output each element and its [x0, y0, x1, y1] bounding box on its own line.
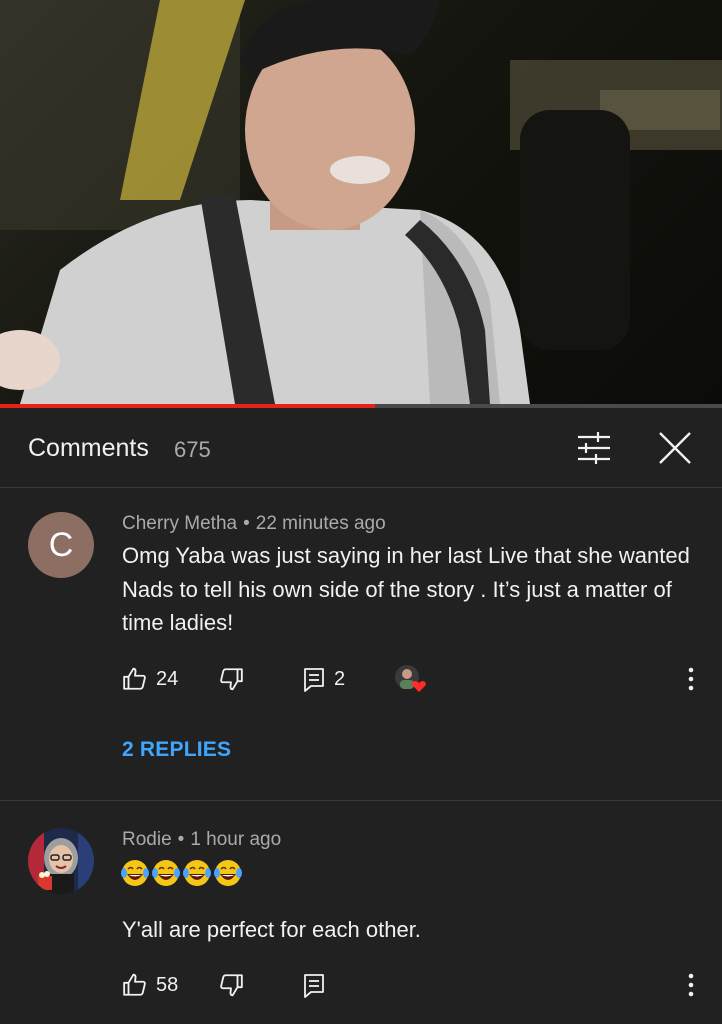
- comment-item: C Cherry Metha • 22 minutes ago Omg Yaba w…: [0, 488, 722, 801]
- comment-author[interactable]: Rodie: [122, 829, 172, 850]
- sliders-icon: [578, 432, 610, 464]
- comment-meta: Cherry Metha • 22 minutes ago: [122, 513, 386, 535]
- thumbs-up-icon: [123, 973, 146, 996]
- like-button[interactable]: 24: [122, 664, 178, 694]
- comment-emoji-row: [120, 858, 244, 888]
- creator-heart-icon: [395, 665, 426, 692]
- video-frame: [0, 0, 722, 404]
- bitmoji-avatar-image: [28, 828, 94, 894]
- reply-count: 2: [334, 667, 346, 690]
- dislike-button[interactable]: [218, 970, 244, 1000]
- comment-author[interactable]: Cherry Metha: [122, 513, 237, 534]
- dislike-button[interactable]: [218, 664, 244, 694]
- sort-filter-button[interactable]: [572, 428, 616, 468]
- video-player[interactable]: [0, 0, 722, 404]
- tears-of-joy-emoji: [121, 859, 243, 887]
- like-button[interactable]: 58: [122, 970, 178, 1000]
- avatar[interactable]: C: [28, 512, 94, 578]
- thumbs-up-icon: [123, 667, 146, 690]
- more-vertical-icon: [688, 973, 694, 997]
- like-count: 24: [156, 667, 179, 690]
- thumbs-down-icon: [220, 974, 243, 997]
- close-icon: [659, 432, 691, 464]
- avatar[interactable]: [28, 828, 94, 894]
- comment-time: 1 hour ago: [190, 829, 282, 850]
- comments-header: Comments 675: [0, 408, 722, 488]
- comment-time: 22 minutes ago: [255, 513, 386, 534]
- creator-heart: [394, 664, 428, 694]
- comments-count: 675: [174, 437, 211, 462]
- comment-text: Omg Yaba was just saying in her last Liv…: [122, 543, 690, 635]
- meta-separator: •: [243, 513, 250, 534]
- like-count: 58: [156, 973, 179, 996]
- reply-comment-icon: [304, 974, 324, 998]
- view-replies-link[interactable]: 2 REPLIES: [122, 738, 231, 762]
- reply-comment-icon: [304, 668, 324, 692]
- comment-meta: Rodie • 1 hour ago: [122, 829, 281, 851]
- more-options-button[interactable]: [676, 970, 706, 1000]
- close-comments-button[interactable]: [652, 428, 696, 468]
- more-vertical-icon: [688, 667, 694, 691]
- more-options-button[interactable]: [676, 664, 706, 694]
- comment-item: Rodie • 1 hour ago Y'all are perfect for e…: [0, 802, 722, 1024]
- meta-separator: •: [177, 829, 185, 850]
- comment-text: Y'all are perfect for each other.: [122, 917, 421, 942]
- reply-button[interactable]: 2: [302, 664, 345, 694]
- comments-title: Comments: [28, 434, 149, 462]
- thumbs-down-icon: [220, 668, 243, 691]
- reply-button[interactable]: [302, 970, 326, 1000]
